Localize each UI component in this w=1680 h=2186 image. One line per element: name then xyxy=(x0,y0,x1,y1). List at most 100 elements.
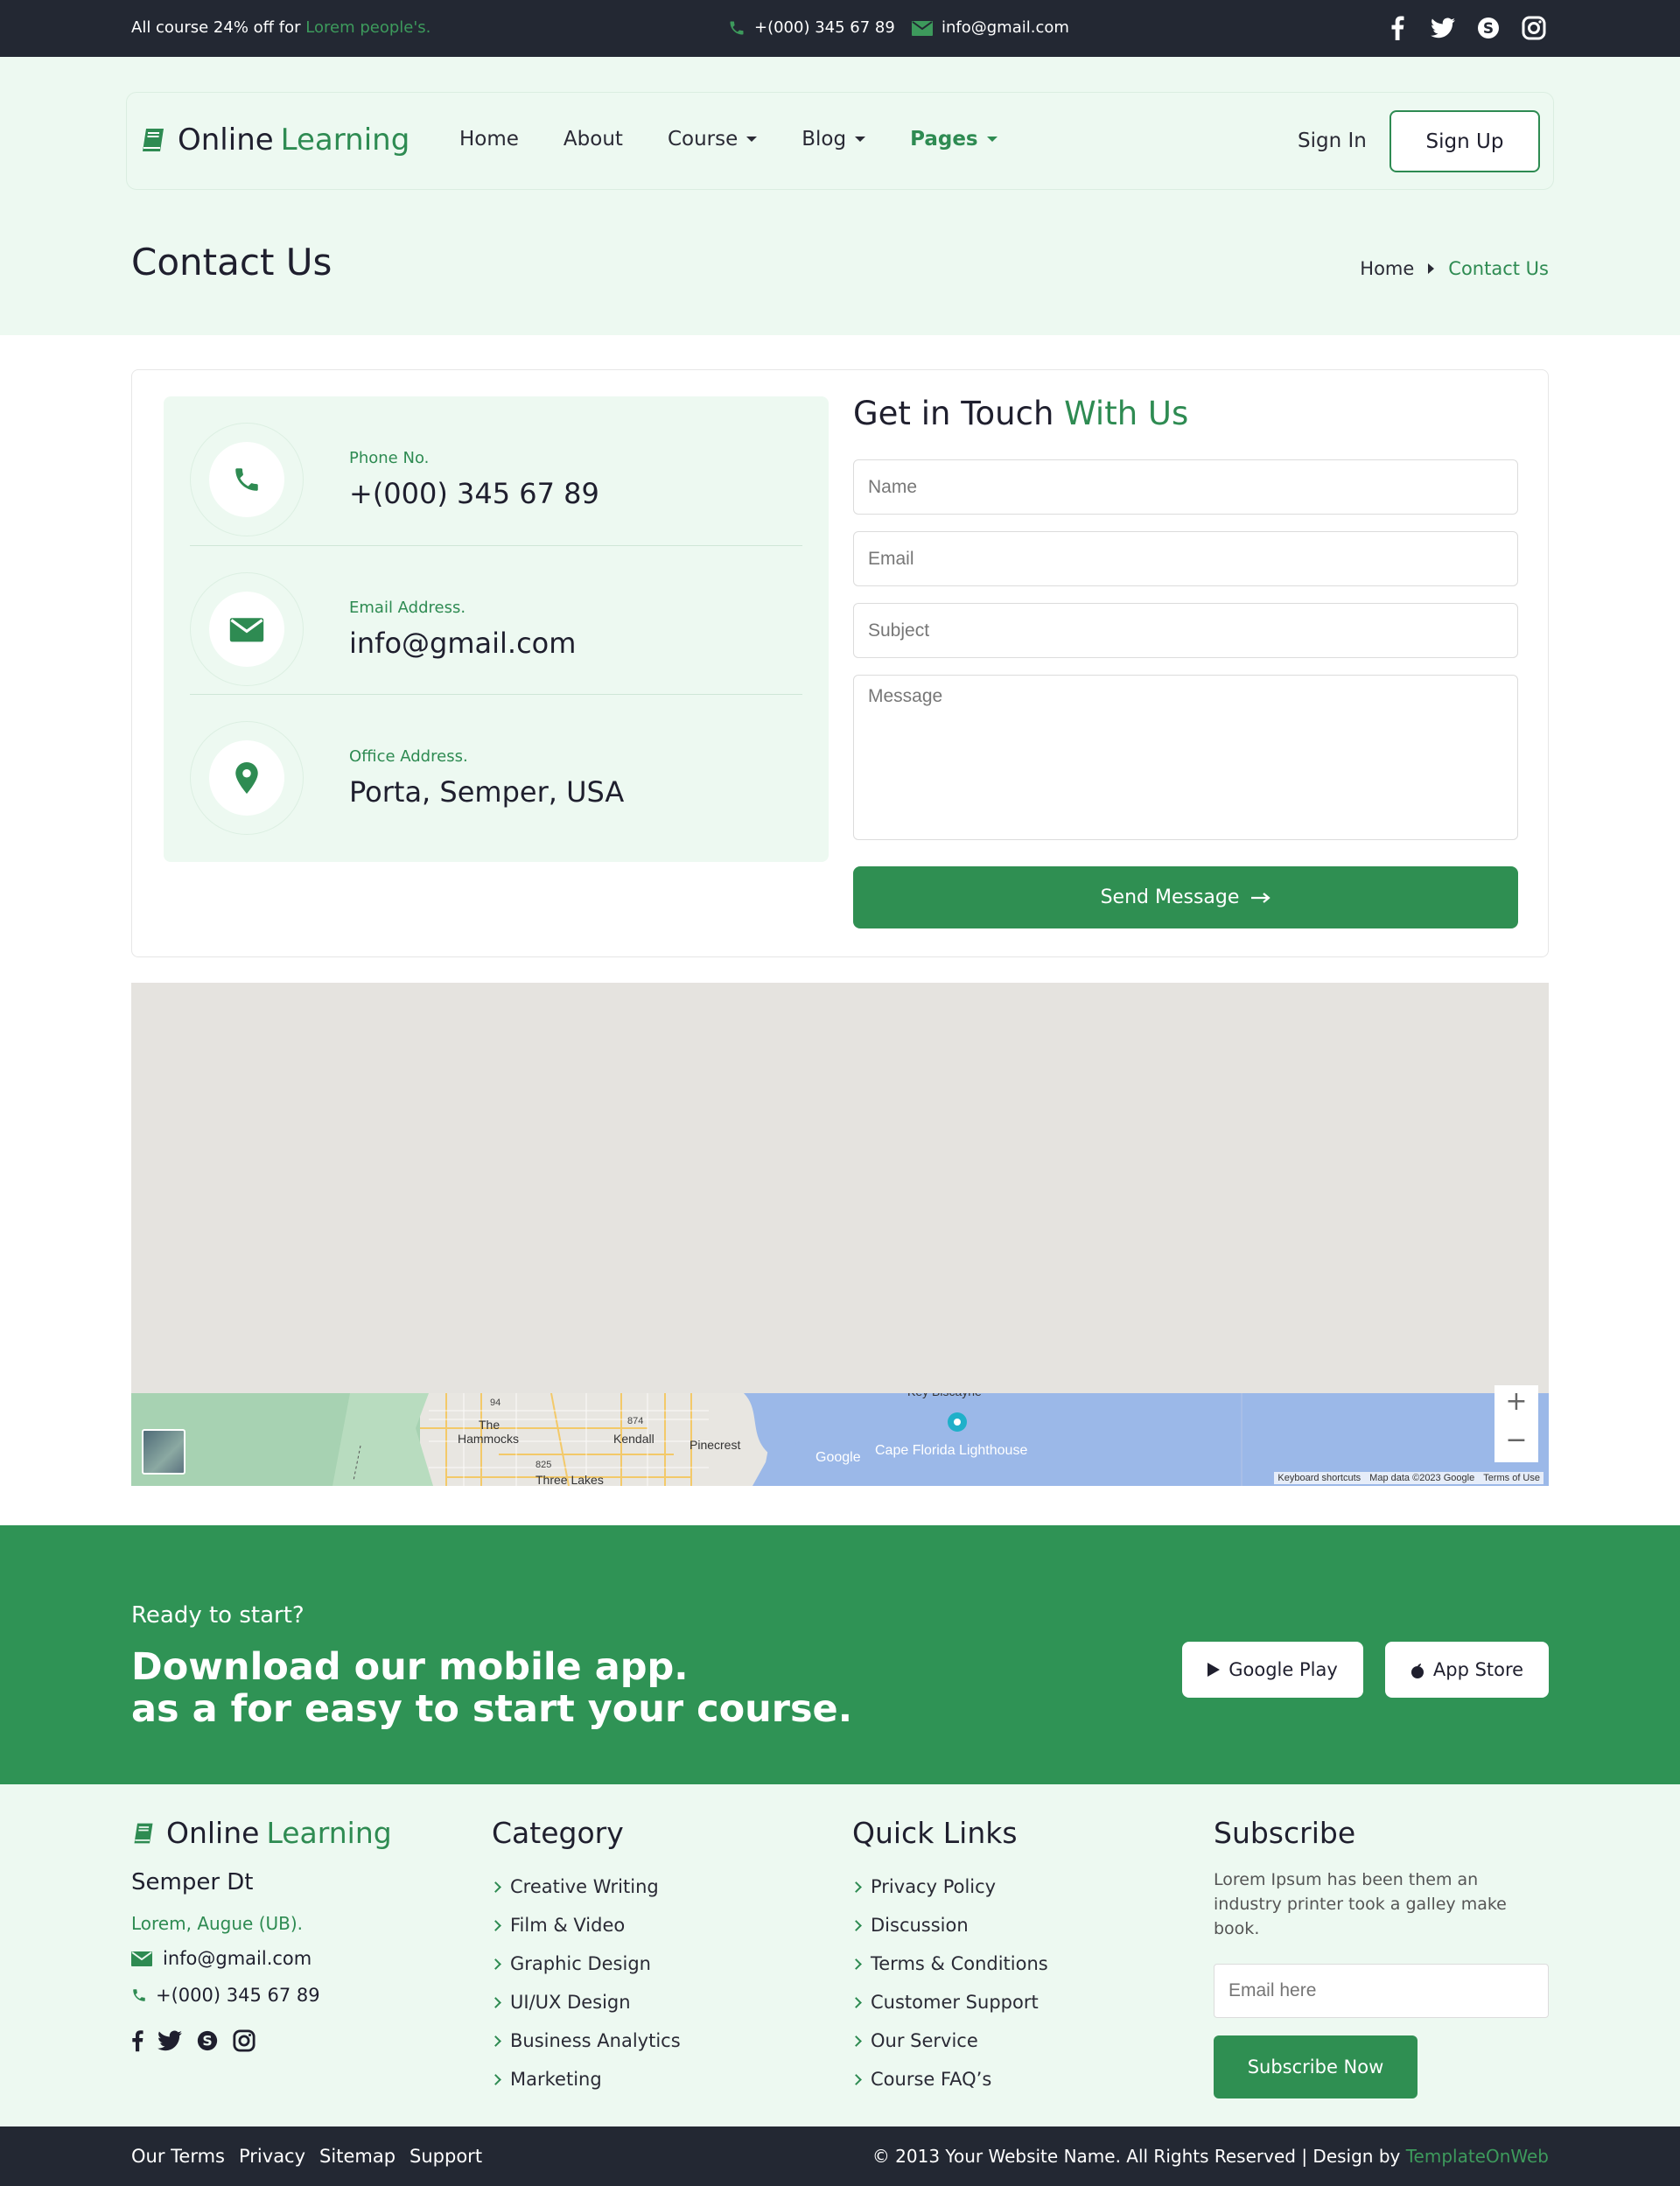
logo-word-1: Online xyxy=(178,123,274,158)
caret-down-icon xyxy=(746,137,758,142)
caret-right-icon xyxy=(1428,263,1435,274)
our-terms-link[interactable]: Our Terms xyxy=(131,2146,225,2167)
topbar-phone[interactable]: +(000) 345 67 89 xyxy=(728,18,895,37)
subject-field[interactable] xyxy=(853,603,1518,658)
category-link[interactable]: Business Analytics xyxy=(490,2021,681,2060)
twitter-icon[interactable] xyxy=(1428,13,1458,43)
breadcrumb: Home Contact Us xyxy=(1360,258,1549,279)
skype-icon[interactable]: S xyxy=(1474,13,1503,43)
book-icon xyxy=(139,126,167,154)
map-label-lighthouse: Cape Florida Lighthouse xyxy=(875,1443,1027,1458)
promo-link[interactable]: Lorem people's. xyxy=(305,18,430,37)
category-link[interactable]: Creative Writing xyxy=(490,1867,681,1906)
footer-category-title: Category xyxy=(492,1816,624,1850)
map-data-text: Map data ©2023 Google xyxy=(1369,1473,1475,1483)
phone-icon xyxy=(728,19,746,37)
skype-icon[interactable]: S xyxy=(196,2029,219,2052)
zoom-out-button[interactable]: − xyxy=(1494,1417,1538,1462)
nav-item-blog[interactable]: Blog xyxy=(802,128,866,151)
topbar-email[interactable]: info@gmail.com xyxy=(912,18,1069,37)
promo-text: All course 24% off for Lorem people's. xyxy=(131,18,430,37)
nav-item-about[interactable]: About xyxy=(564,128,623,151)
quick-link[interactable]: Discussion xyxy=(850,1906,1048,1944)
page-header-section: Online Learning Home About Course Blog P… xyxy=(0,57,1680,335)
name-field[interactable] xyxy=(853,459,1518,515)
quick-link[interactable]: Privacy Policy xyxy=(850,1867,1048,1906)
send-message-button[interactable]: Send Message xyxy=(853,866,1518,928)
road-94: 94 xyxy=(490,1398,500,1408)
facebook-icon[interactable] xyxy=(131,2028,144,2053)
road-874: 874 xyxy=(627,1416,643,1426)
footer-about: Online Learning Semper Dt Lorem, Augue (… xyxy=(131,1816,392,2053)
footer-phone[interactable]: +(000) 345 67 89 xyxy=(131,1985,392,2006)
play-icon xyxy=(1208,1663,1221,1677)
category-link[interactable]: UI/UX Design xyxy=(490,1983,681,2021)
arrow-right-icon xyxy=(1251,892,1271,903)
envelope-icon xyxy=(229,615,264,643)
google-play-button[interactable]: Google Play xyxy=(1182,1642,1363,1698)
privacy-link[interactable]: Privacy xyxy=(239,2146,305,2167)
contact-info-email: Email Address. info@gmail.com xyxy=(190,545,802,694)
promo-prefix: All course 24% off for xyxy=(131,18,301,37)
email-field[interactable] xyxy=(853,531,1518,586)
footer-subscribe: Subscribe Lorem Ipsum has been them an i… xyxy=(1214,1816,1549,2098)
svg-text:S: S xyxy=(1483,20,1494,38)
quick-link[interactable]: Our Service xyxy=(850,2021,1048,2060)
contact-label: Office Address. xyxy=(349,747,468,766)
footer-email[interactable]: info@gmail.com xyxy=(131,1948,392,1969)
chevron-right-icon xyxy=(850,2073,862,2085)
category-link[interactable]: Marketing xyxy=(490,2060,681,2098)
quick-link[interactable]: Terms & Conditions xyxy=(850,1944,1048,1983)
contact-value: Porta, Semper, USA xyxy=(349,775,625,809)
sign-in-link[interactable]: Sign In xyxy=(1298,130,1367,152)
subscribe-button[interactable]: Subscribe Now xyxy=(1214,2035,1418,2098)
chevron-right-icon xyxy=(850,1996,862,2008)
zoom-in-button[interactable]: + xyxy=(1494,1385,1538,1417)
app-download-section: Ready to start? Download our mobile app.… xyxy=(0,1525,1680,1784)
sign-up-button[interactable]: Sign Up xyxy=(1390,110,1540,172)
nav-item-pages[interactable]: Pages xyxy=(910,128,998,151)
map-label-three-lakes: Three Lakes xyxy=(536,1473,604,1486)
phone-icon xyxy=(232,465,262,494)
category-link[interactable]: Graphic Design xyxy=(490,1944,681,1983)
category-link[interactable]: Film & Video xyxy=(490,1906,681,1944)
sitemap-link[interactable]: Sitemap xyxy=(319,2146,396,2167)
nav-item-course[interactable]: Course xyxy=(668,128,758,151)
keyboard-shortcuts-link[interactable]: Keyboard shortcuts xyxy=(1278,1473,1361,1483)
envelope-icon xyxy=(912,19,933,37)
twitter-icon[interactable] xyxy=(158,2030,182,2051)
contact-value[interactable]: +(000) 345 67 89 xyxy=(349,477,599,510)
contact-info-phone: Phone No. +(000) 345 67 89 xyxy=(190,396,802,545)
caret-down-icon xyxy=(986,137,998,142)
map-label-key-biscayne: Key Biscayne xyxy=(907,1393,982,1398)
terms-of-use-link[interactable]: Terms of Use xyxy=(1483,1473,1540,1483)
facebook-icon[interactable] xyxy=(1382,13,1412,43)
support-link[interactable]: Support xyxy=(410,2146,482,2167)
chevron-right-icon xyxy=(490,2035,501,2047)
designer-link[interactable]: TemplateOnWeb xyxy=(1406,2146,1549,2167)
caret-down-icon xyxy=(855,137,866,142)
google-map[interactable]: 94 874 825 The Hammocks Kendall Pinecres… xyxy=(131,983,1549,1486)
contact-value[interactable]: info@gmail.com xyxy=(349,627,576,660)
instagram-icon[interactable] xyxy=(1519,13,1549,43)
road-825: 825 xyxy=(536,1460,551,1470)
map-satellite-toggle[interactable] xyxy=(142,1429,186,1475)
quick-link[interactable]: Course FAQ’s xyxy=(850,2060,1048,2098)
footer: Online Learning Semper Dt Lorem, Augue (… xyxy=(0,1784,1680,2126)
breadcrumb-home[interactable]: Home xyxy=(1360,258,1414,279)
icon-ring xyxy=(190,423,304,536)
nav-item-home[interactable]: Home xyxy=(459,128,519,151)
navbar: Online Learning Home About Course Blog P… xyxy=(126,92,1554,190)
site-logo[interactable]: Online Learning xyxy=(139,123,410,158)
promo-kicker: Ready to start? xyxy=(131,1602,304,1629)
quick-link[interactable]: Customer Support xyxy=(850,1983,1048,2021)
instagram-icon[interactable] xyxy=(233,2029,256,2052)
subscribe-email-input[interactable] xyxy=(1214,1964,1549,2018)
footer-logo[interactable]: Online Learning xyxy=(131,1816,392,1850)
message-field[interactable] xyxy=(853,675,1518,840)
map-attribution: Keyboard shortcuts Map data ©2023 Google… xyxy=(1274,1472,1544,1484)
app-store-button[interactable]: App Store xyxy=(1385,1642,1549,1698)
chevron-right-icon xyxy=(490,2073,501,2085)
map-pin-icon xyxy=(235,762,258,794)
copyright: © 2013 Your Website Name. All Rights Res… xyxy=(872,2146,1549,2167)
